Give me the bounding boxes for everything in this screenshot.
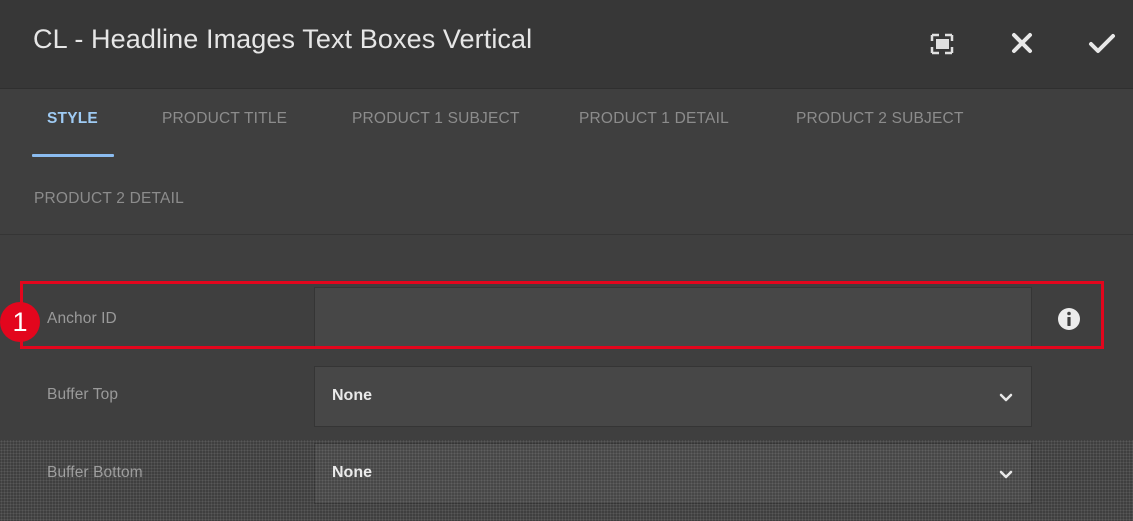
buffer-bottom-value: None	[332, 464, 372, 481]
tab-product-1-subject[interactable]: PRODUCT 1 SUBJECT	[352, 110, 520, 128]
annotation-marker: 1	[0, 302, 40, 342]
tab-product-2-detail[interactable]: PRODUCT 2 DETAIL	[34, 190, 184, 208]
tabs-divider	[0, 234, 1133, 235]
dialog: CL - Headline Images Text Boxes Vertical	[0, 0, 1133, 521]
active-tab-indicator	[32, 154, 114, 157]
dialog-title: CL - Headline Images Text Boxes Vertical	[33, 24, 533, 54]
tab-product-1-detail[interactable]: PRODUCT 1 DETAIL	[579, 110, 729, 128]
fullscreen-button[interactable]	[922, 26, 962, 62]
buffer-top-value: None	[332, 387, 372, 404]
annotation-highlight-box	[20, 281, 1104, 349]
confirm-button[interactable]	[1083, 26, 1123, 62]
tab-product-title[interactable]: PRODUCT TITLE	[162, 110, 287, 128]
close-button[interactable]	[1002, 26, 1042, 62]
buffer-bottom-label: Buffer Bottom	[47, 464, 143, 481]
dialog-header: CL - Headline Images Text Boxes Vertical	[0, 0, 1133, 89]
buffer-bottom-select[interactable]: None	[314, 443, 1032, 504]
tab-style[interactable]: STYLE	[47, 110, 98, 128]
buffer-top-label: Buffer Top	[47, 386, 119, 403]
tab-product-2-subject[interactable]: PRODUCT 2 SUBJECT	[796, 110, 964, 128]
buffer-top-select[interactable]: None	[314, 366, 1032, 427]
